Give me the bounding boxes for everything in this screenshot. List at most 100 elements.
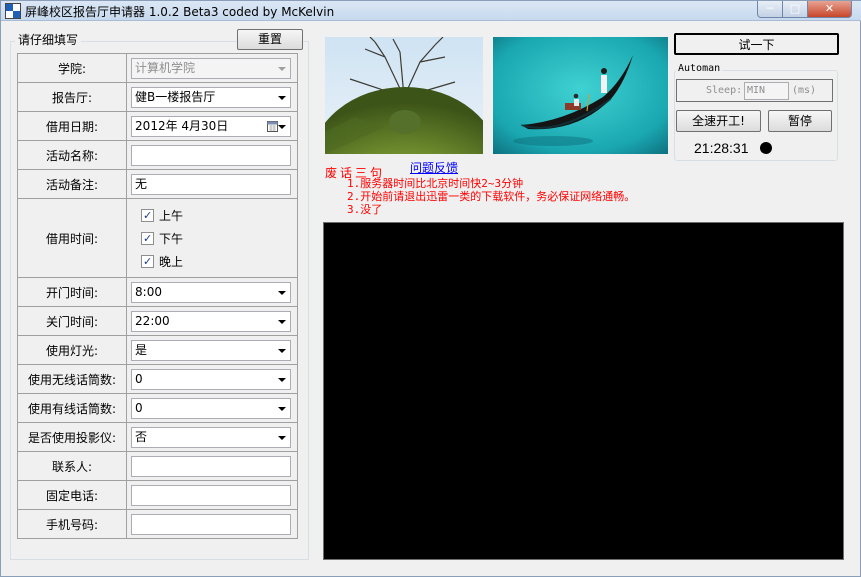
form-group-title: 请仔细填写 <box>15 31 82 48</box>
checkbox-morning[interactable]: ✓ <box>141 208 155 222</box>
hall-label: 报告厅: <box>16 82 128 112</box>
minimize-button[interactable]: ─ <box>757 1 783 18</box>
date-value: 2012年 4月30日 <box>135 118 229 133</box>
phone-label: 固定电话: <box>16 480 128 510</box>
mobile-label: 手机号码: <box>16 509 128 539</box>
projector-label: 是否使用投影仪: <box>16 422 128 452</box>
chevron-down-icon <box>278 319 287 324</box>
form-row-college: 学院: 计算机学院 <box>16 53 298 83</box>
slot-evening-label: 晚上 <box>159 254 184 269</box>
app-icon <box>5 3 21 19</box>
tree-photo <box>325 37 483 154</box>
close-icon: ✕ <box>824 2 835 15</box>
date-label: 借用日期: <box>16 111 128 141</box>
wired-mic-label: 使用有线话筒数: <box>16 393 128 423</box>
checkbox-evening[interactable]: ✓ <box>141 254 155 268</box>
automan-group-title: Automan <box>676 63 723 74</box>
form-row-light: 使用灯光: 是 <box>16 335 298 365</box>
slot-evening[interactable]: ✓ 晚上 <box>141 250 297 273</box>
wired-mic-select[interactable]: 0 <box>131 397 292 419</box>
output-console[interactable] <box>323 222 844 560</box>
chevron-down-icon <box>278 66 287 71</box>
wireless-mic-value: 0 <box>135 371 143 386</box>
date-picker[interactable]: 2012年 4月30日 <box>131 115 292 137</box>
form-row-phone: 固定电话: <box>16 480 298 510</box>
close-time-value: 22:00 <box>135 313 170 328</box>
open-time-value: 8:00 <box>135 284 162 299</box>
sleep-label: Sleep: <box>706 85 743 96</box>
open-time-label: 开门时间: <box>16 277 128 307</box>
form-row-wired-mic: 使用有线话筒数: 0 <box>16 393 298 423</box>
slot-afternoon-label: 下午 <box>159 231 184 246</box>
chevron-down-icon <box>278 406 287 411</box>
close-button[interactable]: ✕ <box>807 1 852 18</box>
application-window: 屏峰校区报告厅申请器 1.0.2 Beta3 coded by McKelvin… <box>0 0 861 577</box>
form-row-remark: 活动备注: 无 <box>16 169 298 199</box>
note-line-2: 2.开始前请退出迅雷一类的下载软件，务必保证网络通畅。 <box>347 190 636 203</box>
chevron-down-icon <box>278 290 287 295</box>
contact-input[interactable] <box>131 455 292 477</box>
time-label: 借用时间: <box>16 198 128 278</box>
maximize-button[interactable]: □ <box>782 1 808 18</box>
chevron-down-icon[interactable] <box>278 124 287 129</box>
sleep-unit: (ms) <box>792 85 817 96</box>
calendar-icon[interactable] <box>267 120 279 132</box>
form-row-projector: 是否使用投影仪: 否 <box>16 422 298 452</box>
close-time-select[interactable]: 22:00 <box>131 310 292 332</box>
slot-morning-label: 上午 <box>159 208 184 223</box>
chevron-down-icon <box>278 435 287 440</box>
wired-mic-value: 0 <box>135 400 143 415</box>
open-time-select[interactable]: 8:00 <box>131 281 292 303</box>
pause-button[interactable]: 暂停 <box>768 110 832 132</box>
status-indicator-icon <box>760 142 772 154</box>
chevron-down-icon <box>278 95 287 100</box>
note-line-1: 1.服务器时间比北京时间快2~3分钟 <box>347 177 524 190</box>
light-label: 使用灯光: <box>16 335 128 365</box>
form-row-activity-name: 活动名称: <box>16 140 298 170</box>
college-select[interactable]: 计算机学院 <box>131 57 292 79</box>
application-form: 学院: 计算机学院 报告厅: 健B一楼报告厅 借用日期: 2012年 4月30日… <box>16 53 298 539</box>
projector-select[interactable]: 否 <box>131 426 292 448</box>
form-row-time: 借用时间: ✓ 上午 ✓ 下午 ✓ 晚上 <box>16 198 298 278</box>
start-full-speed-button[interactable]: 全速开工! <box>676 110 761 132</box>
feedback-link[interactable]: 问题反馈 <box>410 159 458 176</box>
form-row-wireless-mic: 使用无线话筒数: 0 <box>16 364 298 394</box>
close-time-label: 关门时间: <box>16 306 128 336</box>
chevron-down-icon <box>278 348 287 353</box>
form-row-mobile: 手机号码: <box>16 509 298 539</box>
wireless-mic-select[interactable]: 0 <box>131 368 292 390</box>
wireless-mic-label: 使用无线话筒数: <box>16 364 128 394</box>
college-value: 计算机学院 <box>135 60 196 75</box>
checkbox-afternoon[interactable]: ✓ <box>141 231 155 245</box>
projector-value: 否 <box>135 429 148 444</box>
form-row-date: 借用日期: 2012年 4月30日 <box>16 111 298 141</box>
minimize-icon: ─ <box>766 2 774 15</box>
mobile-input[interactable] <box>131 513 292 535</box>
form-row-open-time: 开门时间: 8:00 <box>16 277 298 307</box>
light-select[interactable]: 是 <box>131 339 292 361</box>
gondola-photo <box>493 37 668 154</box>
slot-afternoon[interactable]: ✓ 下午 <box>141 227 297 250</box>
clock-display: 21:28:31 <box>694 140 749 156</box>
form-row-hall: 报告厅: 健B一楼报告厅 <box>16 82 298 112</box>
window-title: 屏峰校区报告厅申请器 1.0.2 Beta3 coded by McKelvin <box>25 5 335 19</box>
hall-select[interactable]: 健B一楼报告厅 <box>131 86 292 108</box>
remark-label: 活动备注: <box>16 169 128 199</box>
try-button[interactable]: 试一下 <box>674 33 839 55</box>
form-row-contact: 联系人: <box>16 451 298 481</box>
slot-morning[interactable]: ✓ 上午 <box>141 204 297 227</box>
form-row-close-time: 关门时间: 22:00 <box>16 306 298 336</box>
phone-input[interactable] <box>131 484 292 506</box>
chevron-down-icon <box>278 377 287 382</box>
light-value: 是 <box>135 342 148 357</box>
activity-name-input[interactable] <box>131 144 292 166</box>
reset-button[interactable]: 重置 <box>237 29 303 50</box>
activity-name-label: 活动名称: <box>16 140 128 170</box>
title-bar[interactable]: 屏峰校区报告厅申请器 1.0.2 Beta3 coded by McKelvin… <box>1 1 861 21</box>
sleep-input[interactable]: MIN <box>744 82 789 100</box>
hall-value: 健B一楼报告厅 <box>135 89 216 104</box>
college-label: 学院: <box>16 53 128 83</box>
contact-label: 联系人: <box>16 451 128 481</box>
note-line-3: 3.没了 <box>347 203 383 216</box>
remark-input[interactable]: 无 <box>131 173 292 195</box>
